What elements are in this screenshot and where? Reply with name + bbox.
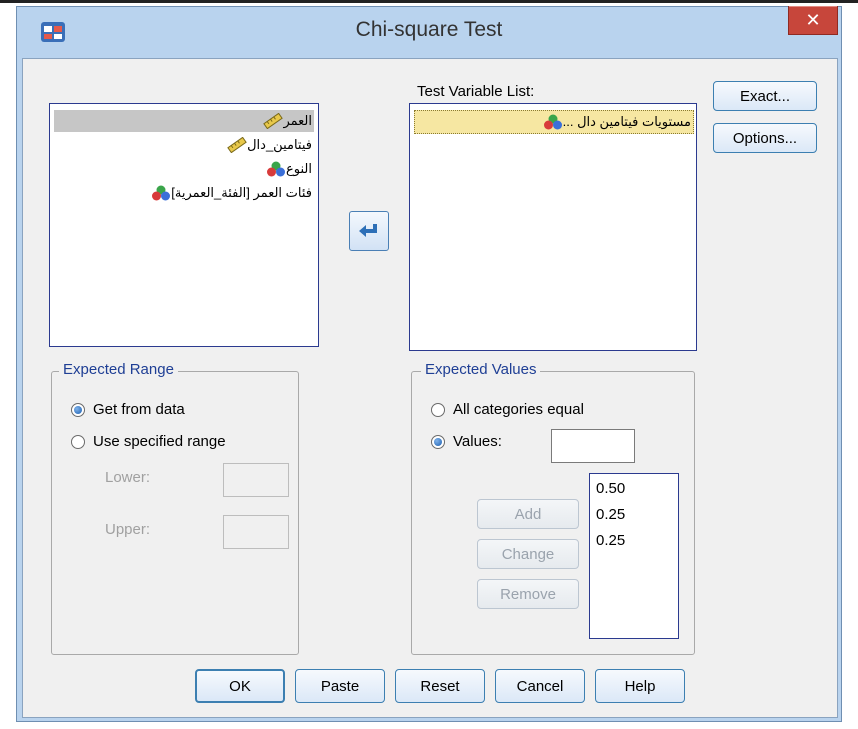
nominal-circles-icon — [267, 161, 286, 177]
values-radio[interactable]: Values: — [431, 433, 502, 450]
scale-ruler-icon — [227, 137, 247, 153]
test-variable-list-label: Test Variable List: — [417, 83, 535, 100]
radio-unselected-indicator — [431, 402, 445, 417]
variable-label: النوع — [286, 161, 312, 176]
chi-square-dialog: Chi-square Test ✕ العمر فيتامين_دال النو… — [16, 6, 842, 722]
expected-range-title: Expected Range — [59, 361, 178, 378]
lower-label: Lower: — [105, 469, 151, 486]
remove-value-button[interactable]: Remove — [477, 579, 579, 609]
move-variable-button[interactable] — [349, 211, 389, 251]
reset-button[interactable]: Reset — [395, 669, 485, 703]
radio-selected-indicator — [431, 434, 445, 449]
scale-ruler-icon — [263, 113, 284, 129]
top-border-line — [0, 0, 858, 3]
variable-label: فيتامين_دال — [247, 137, 312, 152]
test-variable-item[interactable]: مستويات فيتامين دال ... — [414, 110, 694, 134]
use-specified-range-label: Use specified range — [93, 433, 226, 450]
all-categories-equal-label: All categories equal — [453, 401, 584, 418]
radio-unselected-indicator — [71, 434, 85, 449]
variable-label: مستويات فيتامين دال ... — [562, 114, 691, 129]
arrow-left-icon — [359, 224, 377, 237]
nominal-circles-icon — [152, 185, 171, 201]
expected-value-item[interactable]: 0.25 — [596, 506, 625, 523]
cancel-button[interactable]: Cancel — [495, 669, 585, 703]
paste-button[interactable]: Paste — [295, 669, 385, 703]
upper-label: Upper: — [105, 521, 151, 538]
get-from-data-label: Get from data — [93, 401, 185, 418]
radio-selected-indicator — [71, 402, 85, 417]
expected-values-title: Expected Values — [421, 361, 541, 378]
nominal-circles-icon — [543, 114, 562, 130]
source-variable-list[interactable]: العمر فيتامين_دال النوع فئات العمر [الفئ… — [49, 103, 319, 347]
help-button[interactable]: Help — [595, 669, 685, 703]
ok-button[interactable]: OK — [195, 669, 285, 703]
test-variable-list[interactable]: مستويات فيتامين دال ... — [409, 103, 697, 351]
values-label: Values: — [453, 433, 502, 450]
close-icon: ✕ — [805, 10, 821, 30]
lower-input[interactable] — [223, 463, 289, 497]
title-bar[interactable]: Chi-square Test ✕ — [16, 6, 842, 58]
source-variable-item[interactable]: العمر — [54, 110, 314, 132]
variable-label: العمر — [283, 113, 312, 128]
use-specified-range-radio[interactable]: Use specified range — [71, 433, 226, 450]
all-categories-equal-radio[interactable]: All categories equal — [431, 401, 584, 418]
change-value-button[interactable]: Change — [477, 539, 579, 569]
upper-input[interactable] — [223, 515, 289, 549]
expected-value-item[interactable]: 0.25 — [596, 532, 625, 549]
source-variable-item[interactable]: النوع — [54, 158, 314, 180]
add-value-button[interactable]: Add — [477, 499, 579, 529]
get-from-data-radio[interactable]: Get from data — [71, 401, 185, 418]
close-button[interactable]: ✕ — [788, 6, 838, 35]
exact-button[interactable]: Exact... — [713, 81, 817, 111]
dialog-client-area: العمر فيتامين_دال النوع فئات العمر [الفئ… — [22, 58, 838, 718]
variable-label: فئات العمر [الفئة_العمرية] — [171, 185, 312, 200]
options-button[interactable]: Options... — [713, 123, 817, 153]
window-title: Chi-square Test — [355, 18, 503, 41]
values-input[interactable] — [551, 429, 635, 463]
expected-value-item[interactable]: 0.50 — [596, 480, 625, 497]
expected-values-list[interactable]: 0.50 0.25 0.25 — [589, 473, 679, 639]
source-variable-item[interactable]: فئات العمر [الفئة_العمرية] — [54, 182, 314, 204]
source-variable-item[interactable]: فيتامين_دال — [54, 134, 314, 156]
